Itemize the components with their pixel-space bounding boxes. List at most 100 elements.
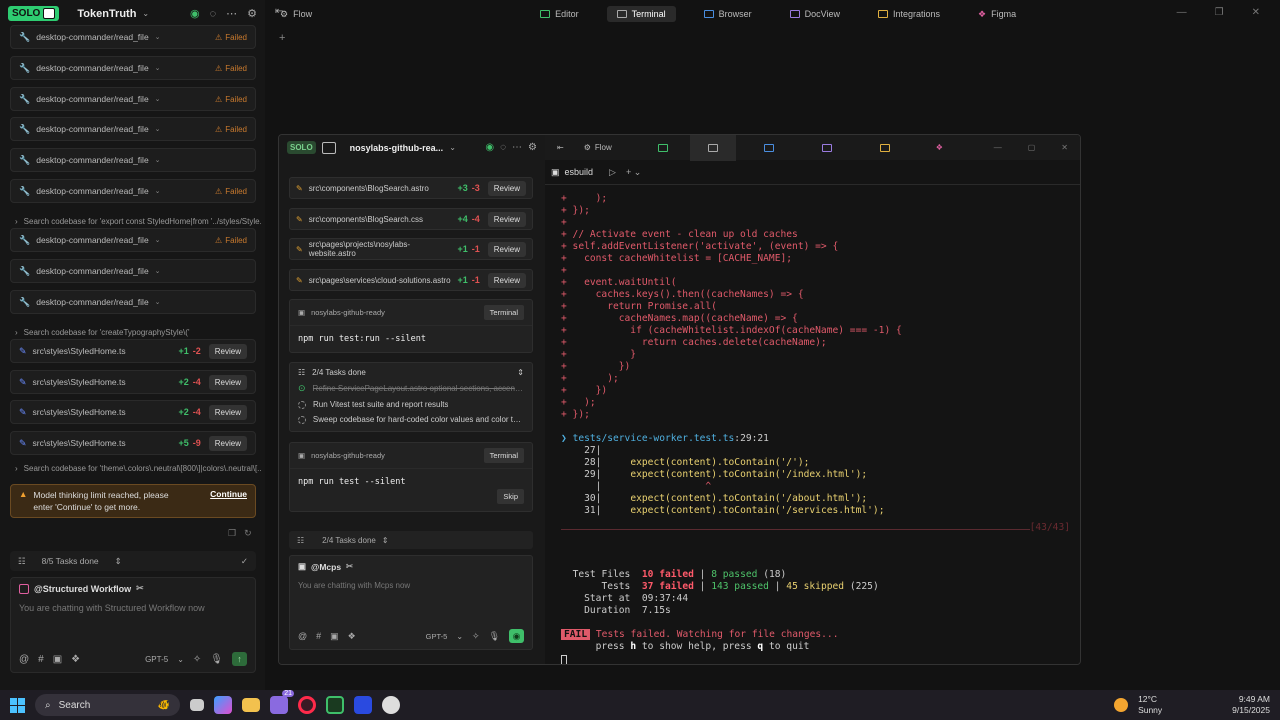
maximize-icon[interactable]: ❐ [1215, 7, 1224, 18]
minimize-icon[interactable]: — [1177, 7, 1187, 18]
file-diff-item[interactable]: ✎ src\styles\StyledHome.ts +2 -4 Review [10, 400, 256, 424]
search-step[interactable]: › Search codebase for 'theme\.colors\.neu… [15, 464, 261, 473]
review-button[interactable]: Review [208, 374, 247, 390]
search-step[interactable]: › Search codebase for 'createTypographySt… [15, 328, 261, 337]
tasks-bar[interactable]: ☷ 8/5 Tasks done ⇕ ✓ [10, 551, 256, 571]
tab-docview[interactable]: DocView [780, 6, 850, 22]
continue-button[interactable]: Continue [210, 489, 247, 513]
review-button[interactable]: Review [487, 241, 526, 257]
tab-figma[interactable]: ❖ Figma [968, 6, 1026, 23]
widgets-icon[interactable]: 21 [270, 690, 294, 714]
run-icon[interactable]: ▷ [609, 167, 616, 178]
chevron-down-icon[interactable]: ⌄ [177, 655, 184, 664]
terminal-button[interactable]: Terminal [483, 448, 524, 463]
nested-project-name[interactable]: nosylabs-github-rea... [350, 143, 444, 153]
mention-icon[interactable]: @ [19, 654, 29, 665]
task-item[interactable]: Run Vitest test suite and report results [290, 397, 532, 412]
tab-integrations[interactable] [870, 135, 900, 161]
copilot-icon[interactable] [214, 696, 232, 714]
tab-flow[interactable]: ⚙ Flow [574, 135, 622, 161]
mention-icon[interactable]: @ [298, 631, 307, 641]
maximize-icon[interactable]: ▢ [1028, 143, 1036, 152]
nested-send-button[interactable]: ◉ [509, 629, 524, 643]
file-diff-item[interactable]: ✎ src\pages\services\cloud-solutions.astr… [289, 269, 533, 291]
review-button[interactable]: Review [487, 272, 526, 288]
search-step[interactable]: › Search codebase for 'export const Style… [15, 217, 261, 226]
tool-call-item[interactable]: 🔧 desktop-commander/read_file ⌄ ⚠ Failed [10, 228, 256, 252]
figma-icon[interactable]: ❖ [348, 631, 356, 642]
task-item[interactable]: ⊙ Refine ServicePageLayout.astro optional… [290, 380, 532, 397]
image-icon[interactable]: ▣ [53, 654, 62, 665]
tool-call-item[interactable]: 🔧 desktop-commander/read_file ⌄ [10, 148, 256, 172]
settings-icon[interactable]: ⚙ [528, 142, 537, 153]
tab-editor[interactable]: Editor [530, 6, 589, 22]
tool-call-item[interactable]: 🔧 desktop-commander/read_file ⌄ ⚠ Failed [10, 56, 256, 80]
github-icon[interactable] [382, 696, 400, 714]
tab-docview[interactable] [812, 135, 842, 161]
tab-browser[interactable]: Browser [694, 6, 762, 22]
tool-call-item[interactable]: 🔧 desktop-commander/read_file ⌄ ⚠ Failed [10, 117, 256, 141]
file-explorer-icon[interactable] [242, 698, 260, 712]
chevron-down-icon[interactable]: ⌄ [449, 143, 456, 152]
terminal-session-tab[interactable]: ▣ esbuild [551, 167, 593, 178]
sparkle-icon[interactable]: ✧ [193, 654, 201, 665]
send-button[interactable]: ↑ [232, 652, 247, 666]
file-diff-item[interactable]: ✎ src\styles\StyledHome.ts +2 -4 Review [10, 370, 256, 394]
solo-logo[interactable]: SOLO [8, 6, 60, 21]
sparkle-icon[interactable]: ✧ [472, 631, 480, 642]
chat-bubble-icon[interactable]: ◌ [210, 8, 217, 20]
file-diff-item[interactable]: ✎ src\styles\StyledHome.ts +1 -2 Review [10, 339, 256, 363]
mic-icon[interactable]: 🎙 [489, 631, 500, 642]
tab-editor[interactable] [648, 135, 678, 161]
file-diff-item[interactable]: ✎ src\components\BlogSearch.css +4 -4 Review [289, 208, 533, 230]
chat-bubble-icon[interactable]: ◌ [500, 142, 506, 153]
tab-terminal[interactable]: Terminal [606, 6, 676, 22]
chevron-down-icon[interactable]: ⌄ [142, 9, 149, 18]
clock[interactable]: 9:49 AM 9/15/2025 [1232, 694, 1270, 716]
nested-tasks-bar[interactable]: ☷ 2/4 Tasks done ⇕ [289, 531, 533, 549]
windows-start-icon[interactable] [10, 697, 25, 713]
review-button[interactable]: Review [208, 435, 247, 451]
vpn-icon[interactable] [354, 696, 372, 714]
tab-browser[interactable] [754, 135, 784, 161]
review-button[interactable]: Review [487, 211, 526, 227]
tab-integrations[interactable]: Integrations [868, 6, 950, 22]
tool-call-item[interactable]: 🔧 desktop-commander/read_file ⌄ ⚠ Failed [10, 25, 256, 49]
figma-icon[interactable]: ❖ [71, 654, 80, 665]
layout-toggle-icon[interactable]: ⇤ [551, 143, 570, 152]
tool-call-item[interactable]: 🔧 desktop-commander/read_file ⌄ [10, 290, 256, 314]
add-terminal-icon[interactable]: + ⌄ [626, 167, 641, 178]
settings-icon[interactable]: ⚙ [247, 7, 257, 20]
task-view-icon[interactable] [190, 699, 204, 711]
chat-input[interactable]: You are chatting with Structured Workflo… [11, 599, 255, 617]
review-button[interactable]: Review [487, 180, 526, 196]
opera-icon[interactable] [298, 696, 316, 714]
model-select[interactable]: GPT-5 [145, 655, 168, 664]
check-all-icon[interactable]: ✓ [241, 556, 248, 567]
skip-button[interactable]: Skip [497, 489, 524, 504]
terminal-button[interactable]: Terminal [483, 305, 524, 320]
expand-icon[interactable]: ⇕ [517, 368, 524, 377]
solo-app-icon[interactable] [326, 696, 344, 714]
weather[interactable]: 12°C Sunny [1138, 694, 1162, 716]
nested-chat-input[interactable]: You are chatting with Mcps now [290, 577, 532, 594]
hash-icon[interactable]: # [316, 631, 321, 641]
review-button[interactable]: Review [208, 343, 247, 359]
terminal-output[interactable]: + ); + }); + + // Activate event - clean up… [561, 193, 1070, 664]
tab-terminal[interactable] [689, 135, 736, 161]
tab-flow[interactable]: ⚙ Flow [270, 6, 322, 23]
taskbar-search[interactable]: ⌕ Search 🐠 [35, 694, 180, 716]
run-status-icon[interactable]: ◉ [485, 142, 494, 153]
run-status-icon[interactable]: ◉ [190, 7, 200, 20]
image-icon[interactable]: ▣ [330, 631, 339, 642]
copy-icon[interactable]: ❐ [228, 528, 236, 539]
tool-call-item[interactable]: 🔧 desktop-commander/read_file ⌄ ⚠ Failed [10, 87, 256, 111]
chevron-down-icon[interactable]: ⌄ [456, 632, 463, 641]
close-icon[interactable]: ✕ [1252, 7, 1260, 18]
project-name[interactable]: TokenTruth [77, 8, 136, 20]
hash-icon[interactable]: # [38, 654, 44, 665]
more-icon[interactable]: ⋯ [226, 7, 237, 20]
nested-model-select[interactable]: GPT-5 [426, 632, 448, 641]
more-icon[interactable]: ⋯ [512, 142, 522, 153]
tool-call-item[interactable]: 🔧 desktop-commander/read_file ⌄ [10, 259, 256, 283]
